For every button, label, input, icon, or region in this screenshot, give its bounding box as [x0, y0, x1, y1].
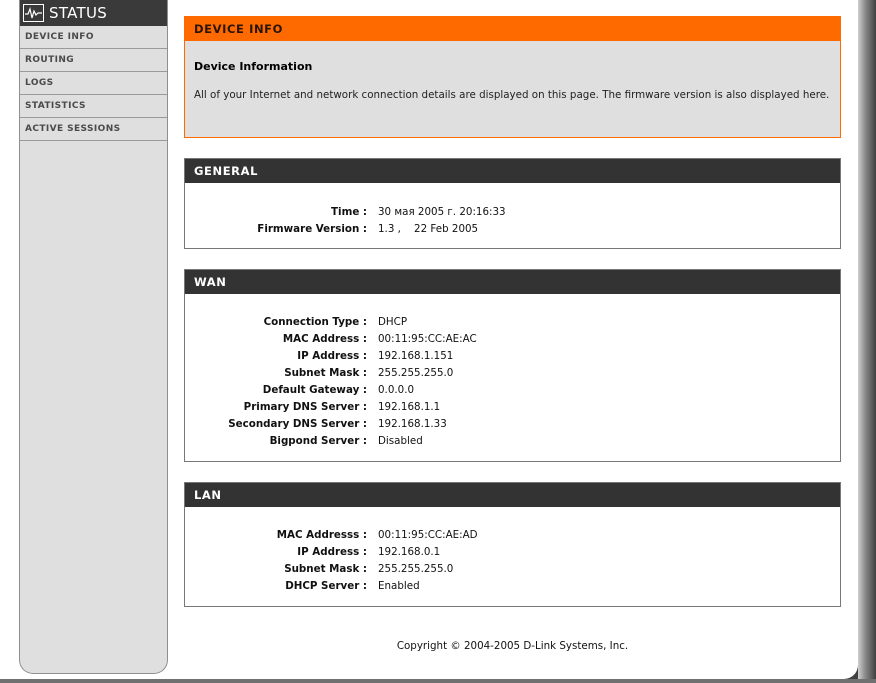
row-label: Time : [331, 205, 367, 218]
row-value: Disabled [378, 434, 423, 447]
row-label: Connection Type : [263, 315, 367, 328]
row-label: Firmware Version : [257, 222, 367, 235]
wan-row-primary-dns: Primary DNS Server : 192.168.1.1 [185, 398, 840, 415]
wan-panel: WAN Connection Type : DHCP MAC Address :… [184, 269, 841, 462]
row-value: 00:11:95:CC:AE:AD [378, 528, 478, 541]
wan-row-mac-address: MAC Address : 00:11:95:CC:AE:AC [185, 330, 840, 347]
row-value: 192.168.1.33 [378, 417, 447, 430]
lan-row-dhcp-server: DHCP Server : Enabled [185, 577, 840, 594]
general-row-firmware: Firmware Version : 1.3 , 22 Feb 2005 [185, 220, 840, 237]
device-info-panel: DEVICE INFO Device Information All of yo… [184, 16, 841, 138]
row-label: Subnet Mask : [284, 562, 367, 575]
row-value: 192.168.1.1 [378, 400, 441, 413]
general-row-time: Time : 30 мая 2005 г. 20:16:33 [185, 203, 840, 220]
status-monitor-icon [23, 4, 44, 22]
wan-row-ip-address: IP Address : 192.168.1.151 [185, 347, 840, 364]
row-label: MAC Addresss : [276, 528, 367, 541]
row-label: Default Gateway : [262, 383, 367, 396]
general-header: GENERAL [185, 159, 840, 183]
row-label: MAC Address : [282, 332, 367, 345]
device-info-header: DEVICE INFO [185, 17, 840, 41]
window-edge [858, 0, 876, 683]
row-label: DHCP Server : [285, 579, 367, 592]
row-value: 30 мая 2005 г. 20:16:33 [378, 205, 506, 218]
copyright-footer: Copyright © 2004-2005 D-Link Systems, In… [396, 640, 629, 652]
device-info-title: Device Information [194, 60, 313, 73]
device-info-description: All of your Internet and network connect… [194, 89, 830, 101]
row-value: DHCP [378, 315, 408, 328]
wan-row-connection-type: Connection Type : DHCP [185, 313, 840, 330]
row-value: 192.168.0.1 [378, 545, 441, 558]
row-label: Secondary DNS Server : [228, 417, 367, 430]
sidebar-item-statistics[interactable]: STATISTICS [20, 95, 167, 118]
lan-row-subnet-mask: Subnet Mask : 255.255.255.0 [185, 560, 840, 577]
general-panel: GENERAL Time : 30 мая 2005 г. 20:16:33 F… [184, 158, 841, 249]
row-label: IP Address : [297, 545, 367, 558]
sidebar-item-logs[interactable]: LOGS [20, 72, 167, 95]
wan-row-bigpond-server: Bigpond Server : Disabled [185, 432, 840, 449]
wan-row-subnet-mask: Subnet Mask : 255.255.255.0 [185, 364, 840, 381]
sidebar-item-routing[interactable]: ROUTING [20, 49, 167, 72]
row-value: 00:11:95:CC:AE:AC [378, 332, 477, 345]
sidebar-item-device-info[interactable]: DEVICE INFO [20, 26, 167, 49]
sidebar-item-active-sessions[interactable]: ACTIVE SESSIONS [20, 118, 167, 141]
wan-row-default-gateway: Default Gateway : 0.0.0.0 [185, 381, 840, 398]
row-label: Bigpond Server : [269, 434, 367, 447]
window-bottom-edge [0, 679, 876, 683]
sidebar-title: STATUS [49, 4, 108, 22]
wan-rows: Connection Type : DHCP MAC Address : 00:… [185, 294, 840, 461]
lan-row-mac-address: MAC Addresss : 00:11:95:CC:AE:AD [185, 526, 840, 543]
lan-panel: LAN MAC Addresss : 00:11:95:CC:AE:AD IP … [184, 482, 841, 607]
sidebar-header: STATUS [20, 0, 167, 26]
row-label: Primary DNS Server : [243, 400, 367, 413]
row-value: 255.255.255.0 [378, 366, 454, 379]
main-content: DEVICE INFO Device Information All of yo… [184, 16, 841, 607]
row-value: Enabled [378, 579, 420, 592]
row-value: 0.0.0.0 [378, 383, 415, 396]
row-value: 255.255.255.0 [378, 562, 454, 575]
general-rows: Time : 30 мая 2005 г. 20:16:33 Firmware … [185, 183, 840, 249]
lan-row-ip-address: IP Address : 192.168.0.1 [185, 543, 840, 560]
row-label: IP Address : [297, 349, 367, 362]
row-value: 1.3 , 22 Feb 2005 [378, 222, 479, 235]
lan-header: LAN [185, 483, 840, 507]
wan-row-secondary-dns: Secondary DNS Server : 192.168.1.33 [185, 415, 840, 432]
wan-header: WAN [185, 270, 840, 294]
row-value: 192.168.1.151 [378, 349, 454, 362]
row-label: Subnet Mask : [284, 366, 367, 379]
lan-rows: MAC Addresss : 00:11:95:CC:AE:AD IP Addr… [185, 507, 840, 606]
sidebar: STATUS DEVICE INFO ROUTING LOGS STATISTI… [19, 0, 168, 674]
